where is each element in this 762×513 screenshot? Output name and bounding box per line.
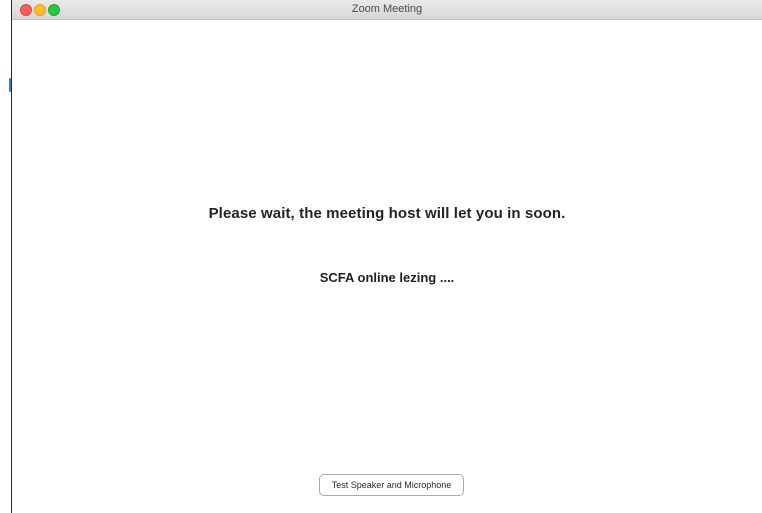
window-title: Zoom Meeting [351, 3, 423, 15]
test-speaker-microphone-button[interactable]: Test Speaker and Microphone [319, 474, 464, 496]
zoom-meeting-window: Zoom Meeting Please wait, the meeting ho… [11, 0, 762, 513]
background-window-edge [0, 0, 11, 513]
title-bar[interactable]: Zoom Meeting [12, 0, 762, 20]
screen: Zoom Meeting Please wait, the meeting ho… [0, 0, 762, 513]
waiting-room-message: Please wait, the meeting host will let y… [208, 205, 566, 222]
meeting-topic: SCFA online lezing .... [319, 270, 455, 285]
